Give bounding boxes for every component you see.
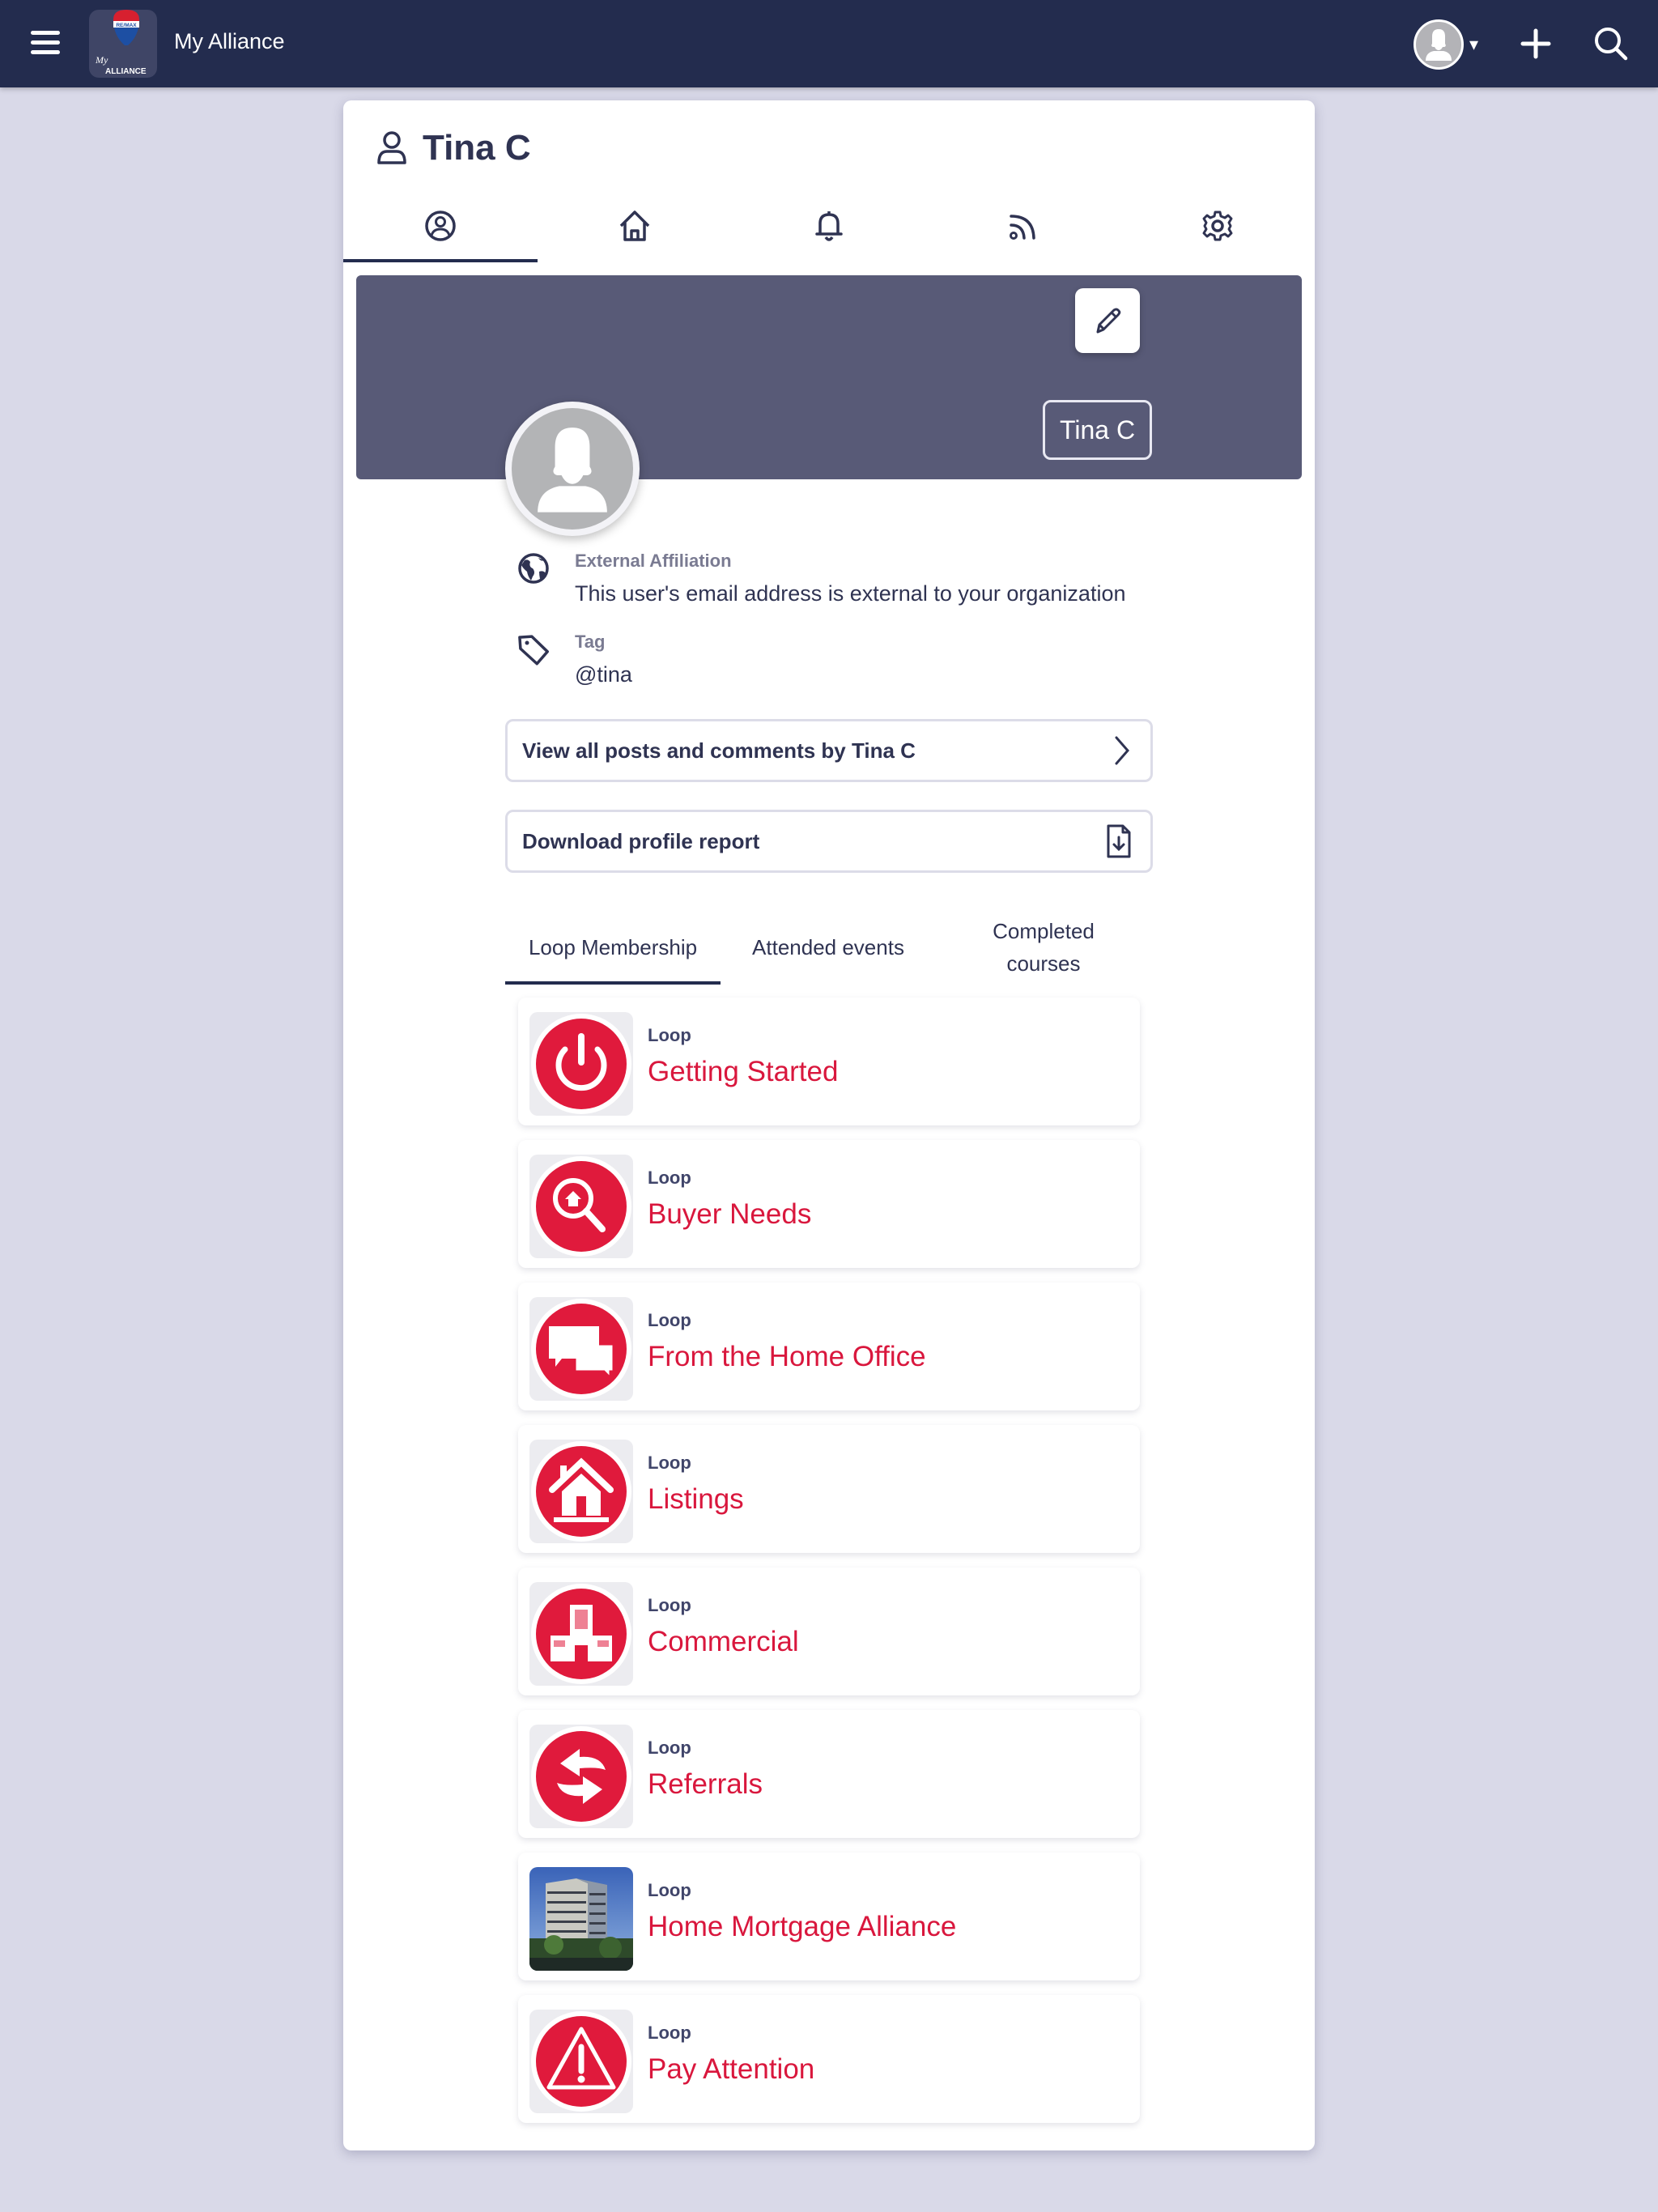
download-report-label: Download profile report bbox=[522, 828, 760, 853]
loop-card[interactable]: Loop Referrals bbox=[518, 1710, 1140, 1838]
loop-type: Loop bbox=[648, 1738, 691, 1758]
loop-name[interactable]: Listings bbox=[648, 1483, 744, 1516]
view-posts-label: View all posts and comments by Tina C bbox=[522, 738, 916, 763]
loop-thumbnail bbox=[529, 1440, 633, 1543]
membership-tabs: Loop Membership Attended events Complete… bbox=[505, 910, 1153, 985]
loop-thumbnail bbox=[529, 2010, 633, 2113]
home-icon bbox=[619, 211, 650, 241]
profile-cover: Tina C bbox=[356, 275, 1302, 479]
tab-home[interactable] bbox=[538, 189, 732, 262]
user-circle-icon bbox=[425, 211, 456, 241]
tab-profile[interactable] bbox=[343, 189, 538, 262]
bell-icon bbox=[815, 211, 843, 241]
loop-thumbnail bbox=[529, 1582, 633, 1686]
plus-icon[interactable] bbox=[1519, 23, 1553, 65]
external-affiliation-value: This user's email address is external to… bbox=[575, 581, 1126, 606]
page-title: Tina C bbox=[423, 128, 531, 168]
pencil-icon bbox=[1096, 308, 1121, 334]
loop-thumbnail bbox=[529, 1155, 633, 1258]
menu-icon[interactable] bbox=[31, 31, 60, 57]
profile-name-badge: Tina C bbox=[1043, 400, 1153, 460]
app-logo[interactable]: RE/MAX My ALLIANCE bbox=[89, 10, 157, 78]
loop-card[interactable]: Loop Home Mortgage Alliance bbox=[518, 1853, 1140, 1980]
power-icon bbox=[531, 1014, 631, 1114]
house-icon bbox=[531, 1441, 631, 1542]
file-download-icon bbox=[1107, 824, 1131, 858]
loop-card[interactable]: Loop From the Home Office bbox=[518, 1283, 1140, 1410]
loop-type: Loop bbox=[648, 1168, 691, 1188]
profile-panel: Tina C Tina C External Affiliation This … bbox=[343, 100, 1315, 2150]
loop-type: Loop bbox=[648, 1453, 691, 1473]
tag-icon bbox=[518, 635, 549, 666]
external-affiliation-label: External Affiliation bbox=[575, 551, 732, 571]
loop-card[interactable]: Loop Commercial bbox=[518, 1568, 1140, 1695]
building-photo bbox=[529, 1867, 633, 1971]
loop-type: Loop bbox=[648, 1880, 691, 1900]
loop-thumbnail bbox=[529, 1867, 633, 1971]
loop-card[interactable]: Loop Listings bbox=[518, 1425, 1140, 1553]
logo-alliance-text: ALLIANCE bbox=[105, 67, 147, 76]
logo-my-text: My bbox=[95, 54, 108, 66]
female-avatar-icon bbox=[538, 428, 607, 513]
loop-name[interactable]: Pay Attention bbox=[648, 2053, 814, 2086]
subtab-completed-courses[interactable]: Completed courses bbox=[936, 910, 1151, 985]
subtab-loop-membership[interactable]: Loop Membership bbox=[505, 910, 721, 985]
loop-name[interactable]: Getting Started bbox=[648, 1056, 838, 1088]
loop-name[interactable]: From the Home Office bbox=[648, 1341, 926, 1373]
profile-tabs bbox=[343, 189, 1315, 262]
loop-thumbnail bbox=[529, 1297, 633, 1401]
logo-remax-text: RE/MAX bbox=[116, 23, 137, 28]
loop-type: Loop bbox=[648, 1025, 691, 1045]
loop-type: Loop bbox=[648, 2023, 691, 2043]
tag-value: @tina bbox=[575, 662, 632, 687]
globe-icon bbox=[518, 553, 549, 584]
chat-bubbles-icon bbox=[531, 1299, 631, 1399]
profile-header: Tina C bbox=[376, 128, 531, 168]
search-icon[interactable] bbox=[1592, 24, 1630, 63]
office-building-icon bbox=[531, 1584, 631, 1684]
tag-row: Tag @tina bbox=[517, 632, 632, 687]
swap-arrows-icon bbox=[531, 1726, 631, 1827]
tab-feed[interactable] bbox=[926, 189, 1120, 262]
app-title: My Alliance bbox=[174, 29, 285, 53]
female-avatar-icon bbox=[1426, 29, 1452, 61]
rss-icon bbox=[1010, 215, 1035, 240]
loop-thumbnail bbox=[529, 1725, 633, 1828]
tag-label: Tag bbox=[575, 632, 606, 652]
loop-thumbnail bbox=[529, 1012, 633, 1116]
user-icon bbox=[377, 131, 406, 164]
loop-name[interactable]: Commercial bbox=[648, 1626, 799, 1658]
top-navigation-bar: RE/MAX My ALLIANCE My Alliance ▾ bbox=[0, 0, 1658, 87]
profile-avatar bbox=[505, 402, 640, 536]
loop-card[interactable]: Loop Buyer Needs bbox=[518, 1140, 1140, 1268]
chevron-down-icon[interactable]: ▾ bbox=[1469, 34, 1478, 55]
loop-type: Loop bbox=[648, 1595, 691, 1615]
loop-name[interactable]: Buyer Needs bbox=[648, 1198, 811, 1231]
view-posts-button[interactable]: View all posts and comments by Tina C bbox=[505, 719, 1153, 782]
loop-name[interactable]: Home Mortgage Alliance bbox=[648, 1911, 956, 1943]
loop-list: Loop Getting Started Loop Buyer Needs Lo… bbox=[518, 998, 1140, 2138]
subtab-attended-events[interactable]: Attended events bbox=[721, 910, 936, 985]
tab-settings[interactable] bbox=[1120, 189, 1315, 262]
gear-icon bbox=[1202, 211, 1233, 241]
loop-card[interactable]: Loop Getting Started bbox=[518, 998, 1140, 1125]
edit-profile-button[interactable] bbox=[1075, 288, 1140, 353]
tab-notifications[interactable] bbox=[732, 189, 926, 262]
user-avatar-menu[interactable] bbox=[1414, 19, 1464, 70]
external-affiliation-row: External Affiliation This user's email a… bbox=[517, 551, 1125, 606]
warning-icon bbox=[531, 2011, 631, 2112]
chevron-right-icon bbox=[1115, 736, 1129, 765]
house-search-icon bbox=[531, 1156, 631, 1257]
loop-name[interactable]: Referrals bbox=[648, 1768, 763, 1801]
loop-type: Loop bbox=[648, 1310, 691, 1330]
loop-card[interactable]: Loop Pay Attention bbox=[518, 1995, 1140, 2123]
download-report-button[interactable]: Download profile report bbox=[505, 810, 1153, 873]
